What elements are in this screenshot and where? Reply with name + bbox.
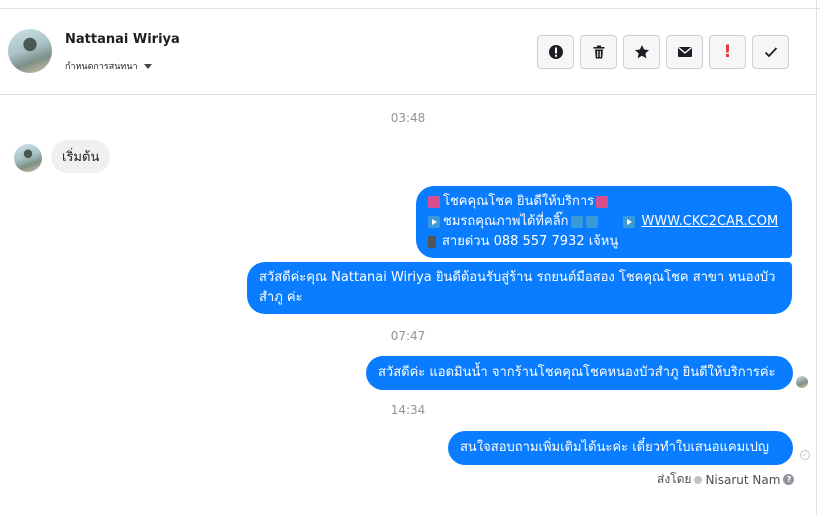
contact-avatar[interactable] (8, 29, 52, 73)
play-icon (622, 216, 635, 228)
mail-icon (677, 47, 692, 57)
message-line: โชคคุณโชค ยินดีให้บริการ (443, 194, 595, 209)
conversation-header: Nattanai Wiriya กำหนดการสนทนา ! (0, 9, 816, 95)
message-line: ชมรถคุณภาพได้ที่คลิ๊ก (443, 214, 569, 229)
read-receipt-avatar (796, 376, 808, 388)
love-letter-icon (428, 196, 440, 208)
right-divider (816, 0, 817, 515)
trash-icon (593, 45, 604, 59)
mark-unread-button[interactable] (666, 35, 703, 69)
report-icon (548, 45, 563, 59)
mark-done-button[interactable] (752, 35, 789, 69)
sent-check-icon: ✓ (800, 450, 810, 460)
outgoing-message[interactable]: สวัสดีค่ะ แอดมินน้ำ จากร้านโชคคุณโชคหนอง… (366, 356, 793, 390)
help-icon[interactable]: ? (783, 474, 795, 485)
check-icon (764, 47, 777, 58)
page-icon (694, 475, 703, 484)
timestamp: 14:34 (390, 403, 426, 417)
mobile-phone-icon (428, 236, 436, 248)
header-actions: ! (537, 35, 789, 69)
manage-conversation-dropdown[interactable]: กำหนดการสนทนา (65, 59, 152, 73)
love-letter-icon (596, 196, 609, 208)
down-arrow-icon (585, 216, 598, 228)
timestamp: 03:48 (390, 111, 426, 125)
manage-conversation-label: กำหนดการสนทนา (65, 62, 138, 72)
contact-avatar-small (14, 144, 42, 172)
incoming-message[interactable]: เริ่มต้น (51, 140, 111, 173)
outgoing-message[interactable]: สวัสดีค่ะคุณ Nattanai Wiriya ยินดีต้อนรั… (247, 262, 792, 314)
star-icon (634, 45, 649, 59)
play-icon (428, 216, 440, 228)
sent-by-label: ส่งโดย (657, 472, 692, 486)
spam-icon: ! (723, 42, 732, 62)
sent-by-info: ส่งโดย Nisarut Nam ? (657, 470, 795, 489)
delete-button[interactable] (580, 35, 617, 69)
timestamp: 07:47 (390, 329, 426, 343)
sender-name[interactable]: Nisarut Nam (705, 473, 780, 487)
contact-name[interactable]: Nattanai Wiriya (65, 32, 180, 47)
website-link[interactable]: WWW.CKC2CAR.COM (642, 212, 779, 232)
caret-down-icon (143, 63, 152, 69)
spam-button[interactable]: ! (709, 35, 746, 69)
star-button[interactable] (623, 35, 660, 69)
report-button[interactable] (537, 35, 574, 69)
down-arrow-icon (570, 216, 583, 228)
outgoing-message[interactable]: สนใจสอบถามเพิ่มเติมได้นะค่ะ เดี๋ยวทำใบเส… (448, 431, 793, 465)
message-line: สายด่วน 088 557 7932 เจ้หนู (442, 234, 619, 249)
outgoing-message[interactable]: โชคคุณโชค ยินดีให้บริการ ชมรถคุณภาพได้ที… (416, 186, 792, 258)
